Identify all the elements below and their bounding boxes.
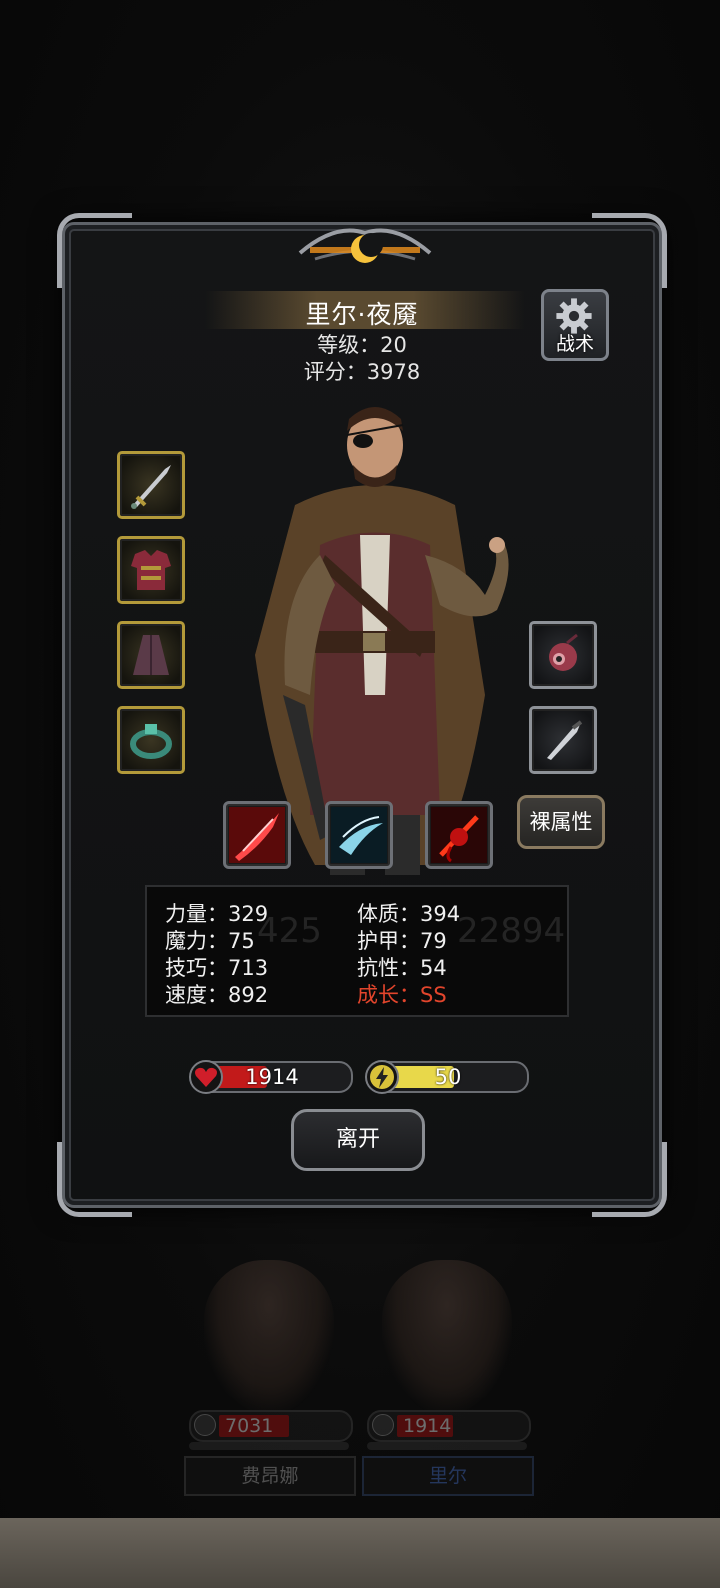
frame-corner-ornament bbox=[592, 1142, 667, 1217]
equipment-slot-armor[interactable] bbox=[117, 536, 185, 604]
team-member-fiona[interactable]: 7031 费昂娜 bbox=[184, 1240, 356, 1505]
skill-slot-3[interactable] bbox=[425, 801, 493, 869]
team-member-hp-bar: 7031 bbox=[189, 1410, 353, 1442]
hp-icon bbox=[372, 1414, 394, 1436]
equipment-slot-weapon[interactable] bbox=[117, 451, 185, 519]
blue-slash-skill-icon bbox=[331, 807, 387, 863]
equipment-slot-cloak[interactable] bbox=[117, 621, 185, 689]
frame-corner-ornament bbox=[592, 213, 667, 288]
stats-panel: 425 22894 力量：329 魔力：75 技巧：713 速度：892 体质：… bbox=[145, 885, 569, 1017]
hp-value: 1914 bbox=[245, 1065, 299, 1089]
team-member-name: 里尔 bbox=[362, 1456, 534, 1496]
team-member-portrait bbox=[382, 1260, 512, 1410]
bottom-strip bbox=[0, 1518, 720, 1588]
energy-bar: 50 bbox=[365, 1060, 529, 1094]
leave-button[interactable]: 离开 bbox=[291, 1109, 425, 1171]
stat-strength: 力量：329 bbox=[165, 902, 269, 926]
blood-strike-skill-icon bbox=[431, 807, 487, 863]
team-member-lier[interactable]: 1914 里尔 bbox=[362, 1240, 534, 1505]
skill-slot-2[interactable] bbox=[325, 801, 393, 869]
team-roster: 7031 费昂娜 1914 里尔 bbox=[0, 1240, 720, 1520]
equipment-slot-trinket[interactable] bbox=[529, 621, 597, 689]
dagger-icon bbox=[547, 720, 583, 760]
stat-skill: 技巧：713 bbox=[165, 956, 269, 980]
team-member-hp-value: 7031 bbox=[225, 1415, 274, 1437]
hp-bar: 1914 bbox=[189, 1060, 353, 1094]
team-member-portrait bbox=[204, 1260, 334, 1410]
hp-icon bbox=[194, 1414, 216, 1436]
chest-armor-icon bbox=[131, 550, 171, 590]
energy-value: 50 bbox=[434, 1065, 462, 1089]
equipment-slot-dagger[interactable] bbox=[529, 706, 597, 774]
cloak-icon bbox=[133, 635, 169, 675]
eye-trinket-icon bbox=[549, 633, 578, 671]
sword-icon bbox=[131, 465, 171, 509]
red-slash-skill-icon bbox=[229, 807, 285, 863]
team-member-hp-bar: 1914 bbox=[367, 1410, 531, 1442]
character-dialog: 里尔·夜魇 等级：20 评分：3978 战术 裸属性 425 22894 力量：… bbox=[57, 213, 667, 1217]
team-member-energy-bar bbox=[367, 1442, 527, 1450]
tactics-button[interactable]: 战术 bbox=[541, 289, 609, 361]
stat-magic: 魔力：75 bbox=[165, 929, 255, 953]
equipment-slot-ring[interactable] bbox=[117, 706, 185, 774]
team-member-name: 费昂娜 bbox=[184, 1456, 356, 1496]
bare-attributes-button[interactable]: 裸属性 bbox=[517, 795, 605, 849]
team-member-energy-bar bbox=[189, 1442, 349, 1450]
frame-corner-ornament bbox=[57, 1142, 132, 1217]
skill-slot-1[interactable] bbox=[223, 801, 291, 869]
stat-speed: 速度：892 bbox=[165, 983, 269, 1007]
tactics-label: 战术 bbox=[555, 333, 594, 355]
frame-corner-ornament bbox=[57, 213, 132, 288]
stat-armor: 护甲：79 bbox=[357, 929, 447, 953]
ring-icon bbox=[130, 724, 172, 759]
team-member-hp-value: 1914 bbox=[403, 1415, 452, 1437]
stat-constitution: 体质：394 bbox=[357, 902, 461, 926]
ghost-stat-value: 22894 bbox=[457, 911, 566, 951]
stat-growth: 成长：SS bbox=[357, 983, 447, 1007]
moon-crest-icon bbox=[298, 228, 432, 263]
stat-resistance: 抗性：54 bbox=[357, 956, 447, 980]
